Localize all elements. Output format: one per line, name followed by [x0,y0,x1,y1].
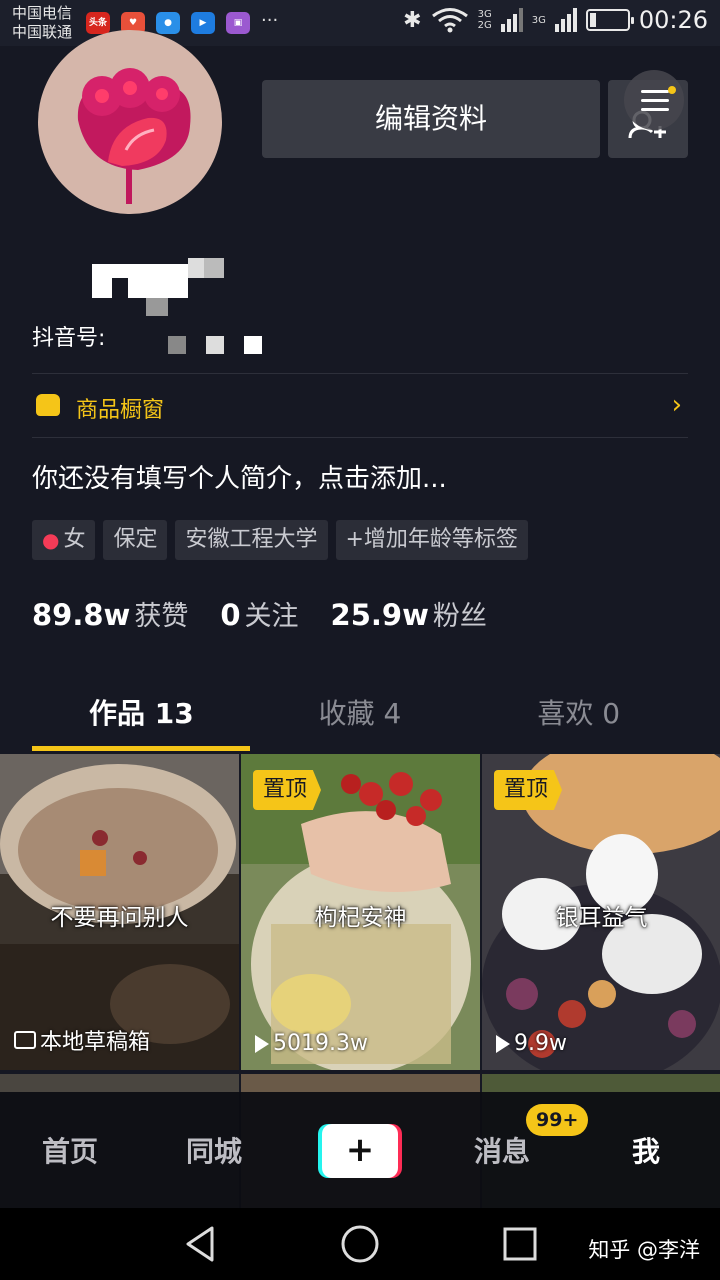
menu-icon [641,90,669,93]
tab-works[interactable]: 作品 13 [32,684,251,752]
likes-count: 89.8w [32,598,131,632]
more-notifications-icon: ··· [261,10,279,31]
menu-notification-dot [668,86,676,94]
person-icon: ● [42,528,60,552]
avatar-image [77,68,191,204]
battery-icon [585,9,634,31]
status-right: ✱ 3G 2G 3G 00:26 [403,6,708,34]
tag-school[interactable]: 安徽工程大学 [175,520,328,560]
bio-text[interactable]: 你还没有填写个人简介，点击添加... [32,458,447,495]
content-tabs: 作品 13 收藏 4 喜欢 0 [32,684,688,752]
video-caption: 枸杞安神 [314,905,407,931]
profile-stats: 89.8w 获赞 0 关注 25.9w 粉丝 [32,594,487,633]
video-app-icon: ▶ [191,12,215,34]
system-nav-bar: 知乎 @李洋 [0,1208,720,1280]
profile-tags: ● 女 保定 安徽工程大学 +增加年龄等标签 [32,520,528,560]
signal-icon [500,8,523,32]
clock: 00:26 [638,6,708,34]
toutiao-icon: 头条 [86,12,110,34]
shop-icon [36,394,60,416]
view-count: 5019.3w [255,1031,368,1056]
nav-messages[interactable]: 消息 [474,1130,530,1170]
following-count: 0 [220,598,241,632]
play-icon [496,1034,510,1053]
avatar[interactable] [38,30,222,214]
network-type-2: 2G [477,20,492,31]
gallery-app-icon: ▣ [226,12,250,34]
view-count-text: 5019.3w [273,1031,368,1056]
chevron-right-icon: › [671,390,682,420]
followers-label: 粉丝 [432,601,487,632]
draft-box-text: 本地草稿箱 [40,1030,151,1055]
network-type-1: 3G [477,9,492,20]
video-caption: 银耳益气 [555,905,648,931]
carrier-2: 中国联通 [12,23,73,41]
tab-likes[interactable]: 喜欢 0 [469,684,688,752]
video-caption: 不要再问别人 [50,905,189,931]
tab-favorites[interactable]: 收藏 4 [251,684,470,752]
carrier-1: 中国电信 [12,4,73,22]
nav-me[interactable]: 我 [632,1130,660,1170]
draft-box-icon [14,1031,36,1049]
tag-label: 女 [63,527,86,552]
home-icon[interactable] [340,1224,380,1264]
divider [32,437,688,438]
plus-icon: + [322,1124,398,1178]
carrier-labels: 中国电信 中国联通 [12,4,72,42]
followers-count: 25.9w [330,598,429,632]
messages-badge: 99+ [526,1104,589,1136]
shop-window-label: 商品橱窗 [76,398,165,423]
active-tab-indicator [32,746,250,751]
nav-nearby[interactable]: 同城 [186,1130,242,1170]
tag-city[interactable]: 保定 [103,520,168,560]
following-label: 关注 [244,601,299,632]
stat-followers[interactable]: 25.9w 粉丝 [331,594,487,633]
stat-following[interactable]: 0 关注 [220,594,298,633]
menu-button[interactable] [624,70,684,130]
signal-icon-2 [554,8,577,32]
wifi-icon [431,8,468,33]
draft-box-label: 本地草稿箱 [14,1024,150,1056]
play-icon [255,1034,269,1053]
view-count-text: 9.9w [514,1031,567,1056]
network-type: 3G 2G [478,9,492,31]
watermark: 知乎 @李洋 [588,1238,700,1262]
likes-label: 获赞 [134,601,189,632]
chat-app-icon: ● [156,12,180,34]
bottom-nav: 首页 同城 + 消息 99+ 我 [0,1092,720,1208]
pinned-badge: 置顶 [253,770,322,810]
shop-window-row[interactable]: 商品橱窗 › [32,374,688,438]
video-thumbnail[interactable]: 不要再问别人 本地草稿箱 [0,754,239,1070]
create-video-button[interactable]: + [318,1124,402,1178]
edit-profile-button[interactable]: 编辑资料 [262,80,600,158]
view-count: 9.9w [496,1031,567,1056]
nickname-redacted [92,258,224,318]
tag-gender[interactable]: ● 女 [32,520,96,560]
bluetooth-icon: ✱ [403,7,422,33]
douyin-id-label: 抖音号: [32,326,106,351]
recent-apps-icon[interactable] [502,1226,538,1262]
video-thumbnail[interactable]: 置顶 银耳益气 9.9w [482,754,720,1070]
douyin-id-redacted [168,336,264,356]
nav-home[interactable]: 首页 [42,1130,98,1170]
pinned-badge: 置顶 [494,770,563,810]
video-thumbnail[interactable]: 置顶 枸杞安神 5019.3w [241,754,480,1070]
stat-likes[interactable]: 89.8w 获赞 [32,594,188,633]
back-icon[interactable] [180,1224,220,1264]
tag-add-more[interactable]: +增加年龄等标签 [335,520,528,560]
network-type-3: 3G [531,14,546,26]
